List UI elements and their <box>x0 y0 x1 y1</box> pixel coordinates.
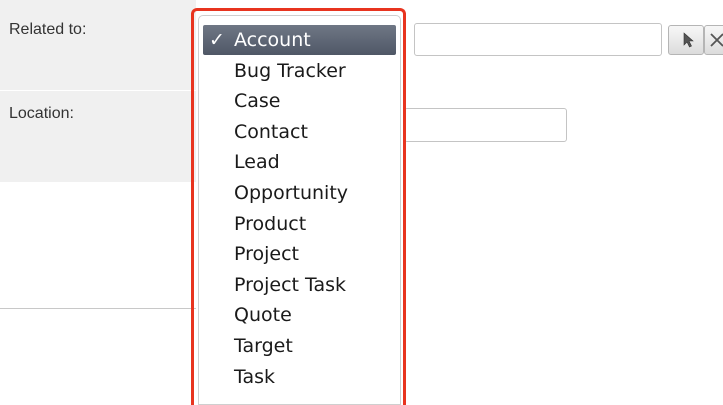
dropdown-option[interactable]: Opportunity <box>203 178 396 208</box>
dropdown-option-label: Task <box>234 365 276 388</box>
dropdown-option[interactable]: Project Task <box>203 270 396 300</box>
dropdown-option-label: Project <box>234 243 300 266</box>
dropdown-option-label: Product <box>234 212 307 235</box>
location-label-cell <box>0 90 196 182</box>
location-label: Location: <box>9 105 74 122</box>
related-to-type-dropdown[interactable]: ✓ Account Bug Tracker Case Contact Lead Opport… <box>198 15 401 405</box>
dropdown-option[interactable]: Case <box>203 86 396 116</box>
location-input[interactable] <box>404 108 567 142</box>
dropdown-option-label: Target <box>234 335 293 357</box>
dropdown-option[interactable]: Project <box>203 239 396 269</box>
dropdown-option[interactable]: Target <box>203 331 396 361</box>
related-to-label: Related to: <box>9 21 87 38</box>
dropdown-option[interactable]: Task <box>203 362 396 392</box>
dropdown-option[interactable]: Lead <box>203 147 396 177</box>
dropdown-option-label: Contact <box>234 120 308 143</box>
dropdown-option-label: Account <box>234 29 311 51</box>
dropdown-option[interactable]: Bug Tracker <box>203 56 396 86</box>
related-to-label-cell <box>0 0 196 90</box>
related-to-record-input[interactable] <box>414 23 662 56</box>
dropdown-option-label: Lead <box>234 151 280 174</box>
dropdown-option[interactable]: ✓ Account <box>203 25 396 55</box>
select-record-button[interactable] <box>668 25 704 55</box>
edit-form: Related to: Location: ✓ Account Bug Tracke… <box>0 0 723 405</box>
dropdown-option[interactable]: Contact <box>203 117 396 147</box>
cursor-arrow-icon <box>683 32 694 48</box>
dropdown-option-label: Quote <box>234 304 292 327</box>
dropdown-option-label: Opportunity <box>234 182 349 204</box>
dropdown-option-label: Project Task <box>234 273 347 296</box>
dropdown-option[interactable]: Quote <box>203 300 396 330</box>
section-divider <box>0 308 196 309</box>
clear-record-button[interactable] <box>704 25 723 55</box>
checkmark-icon: ✓ <box>209 29 225 51</box>
dropdown-option[interactable]: Product <box>203 209 396 239</box>
row-divider <box>0 90 196 91</box>
dropdown-option-label: Case <box>234 90 281 113</box>
close-x-icon <box>710 33 723 47</box>
dropdown-option-label: Bug Tracker <box>234 59 346 82</box>
